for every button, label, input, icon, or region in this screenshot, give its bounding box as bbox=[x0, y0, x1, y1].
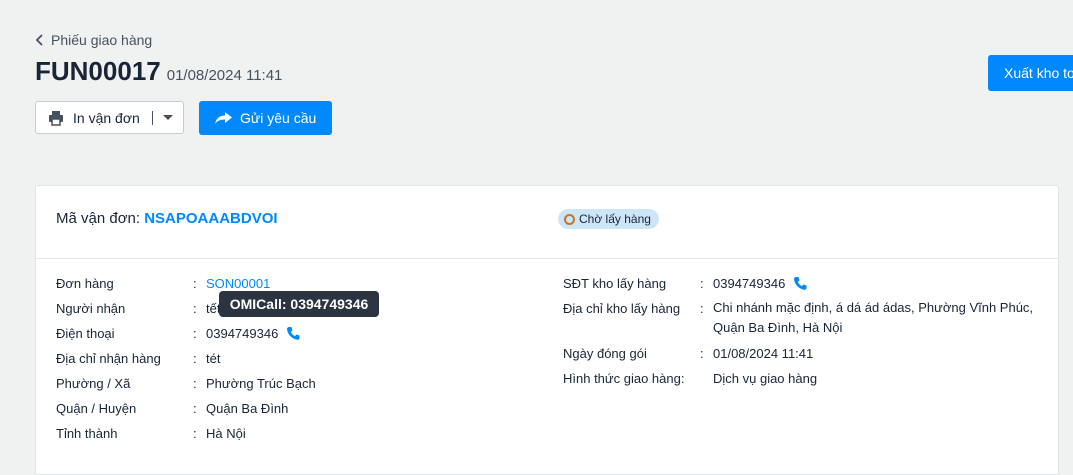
page-header: FUN00017 01/08/2024 11:41 bbox=[35, 56, 282, 87]
info-value: 01/08/2024 11:41 bbox=[713, 346, 814, 361]
phone-call-icon[interactable] bbox=[286, 326, 300, 341]
status-label: Chờ lấy hàng bbox=[579, 212, 651, 226]
info-row-address: Địa chỉ nhận hàng: tét bbox=[56, 351, 316, 376]
print-waybill-label: In vận đơn bbox=[73, 109, 140, 126]
print-waybill-button[interactable]: In vận đơn bbox=[35, 101, 184, 134]
info-row-packed-date: Ngày đóng gói: 01/08/2024 11:41 bbox=[563, 346, 1043, 371]
colon: : bbox=[193, 401, 197, 416]
colon: : bbox=[193, 376, 197, 391]
shipment-card: Mã vận đơn: NSAPOAAABDVOI Chờ lấy hàng Đ… bbox=[35, 185, 1059, 475]
colon: : bbox=[193, 351, 197, 366]
info-value: Hà Nội bbox=[206, 426, 246, 441]
info-key: Người nhận bbox=[56, 301, 126, 316]
send-request-label: Gửi yêu cầu bbox=[240, 110, 317, 126]
phone-call-icon[interactable] bbox=[793, 276, 807, 291]
page-datetime: 01/08/2024 11:41 bbox=[166, 67, 283, 84]
tracking-number: Mã vận đơn: NSAPOAAABDVOI bbox=[56, 210, 278, 227]
colon: : bbox=[193, 301, 197, 316]
info-key: Điện thoại bbox=[56, 326, 115, 341]
card-header: Mã vận đơn: NSAPOAAABDVOI Chờ lấy hàng bbox=[36, 186, 1058, 259]
colon: : bbox=[700, 346, 704, 361]
recipient-phone: 0394749346 bbox=[206, 326, 279, 341]
info-row-delivery-method: Hình thức giao hàng: Dịch vụ giao hàng bbox=[563, 371, 1043, 396]
chevron-left-icon bbox=[35, 34, 43, 46]
breadcrumb-back[interactable]: Phiếu giao hàng bbox=[35, 32, 152, 48]
page-title: FUN00017 bbox=[35, 56, 161, 86]
colon: : bbox=[193, 276, 197, 291]
info-row-phone: Điện thoại: 0394749346 bbox=[56, 326, 316, 351]
info-key: Hình thức giao hàng: bbox=[563, 371, 685, 386]
tooltip-text: OMICall: 0394749346 bbox=[229, 296, 369, 312]
printer-icon bbox=[49, 110, 63, 126]
info-key: Ngày đóng gói bbox=[563, 346, 647, 361]
info-key: Phường / Xã bbox=[56, 376, 131, 391]
caret-down-icon[interactable] bbox=[162, 115, 173, 120]
status-badge: Chờ lấy hàng bbox=[558, 209, 659, 229]
info-value: Dịch vụ giao hàng bbox=[713, 371, 818, 386]
tracking-label: Mã vận đơn: bbox=[56, 210, 145, 227]
colon: : bbox=[700, 276, 704, 291]
tracking-code-link[interactable]: NSAPOAAABDVOI bbox=[144, 210, 277, 227]
phone-tooltip: OMICall: 0394749346 bbox=[219, 291, 379, 317]
info-row-province: Tỉnh thành: Hà Nội bbox=[56, 426, 316, 451]
colon: : bbox=[700, 301, 704, 316]
status-ring-icon bbox=[564, 213, 575, 225]
info-row-warehouse-address: Địa chỉ kho lấy hàng: Chi nhánh mặc định… bbox=[563, 300, 1043, 346]
info-value: Quận Ba Đình bbox=[206, 401, 289, 416]
warehouse-info: SĐT kho lấy hàng: 0394749346 Địa chỉ kho… bbox=[563, 276, 1043, 396]
info-key: Địa chỉ kho lấy hàng bbox=[563, 301, 681, 316]
share-arrow-icon bbox=[215, 112, 232, 124]
info-value: Chi nhánh mặc định, á dá ád ádas, Phường… bbox=[713, 300, 1034, 335]
colon: : bbox=[193, 326, 197, 341]
warehouse-phone: 0394749346 bbox=[713, 276, 786, 291]
export-stock-button[interactable]: Xuất kho to bbox=[988, 55, 1073, 91]
info-key: SĐT kho lấy hàng bbox=[563, 276, 667, 291]
info-key: Tỉnh thành bbox=[56, 426, 118, 441]
send-request-button[interactable]: Gửi yêu cầu bbox=[199, 101, 332, 135]
colon: : bbox=[193, 426, 197, 441]
info-row-ward: Phường / Xã: Phường Trúc Bạch bbox=[56, 376, 316, 401]
order-link[interactable]: SON00001 bbox=[206, 276, 270, 291]
info-key: Đơn hàng bbox=[56, 276, 114, 291]
button-divider bbox=[151, 110, 153, 125]
info-row-district: Quận / Huyện: Quận Ba Đình bbox=[56, 401, 316, 426]
info-value: tét bbox=[206, 351, 221, 366]
info-key: Địa chỉ nhận hàng bbox=[56, 351, 161, 366]
breadcrumb-label: Phiếu giao hàng bbox=[51, 32, 153, 48]
export-stock-label: Xuất kho to bbox=[1004, 65, 1073, 81]
info-value: Phường Trúc Bạch bbox=[206, 376, 316, 391]
info-key: Quận / Huyện bbox=[56, 401, 137, 416]
